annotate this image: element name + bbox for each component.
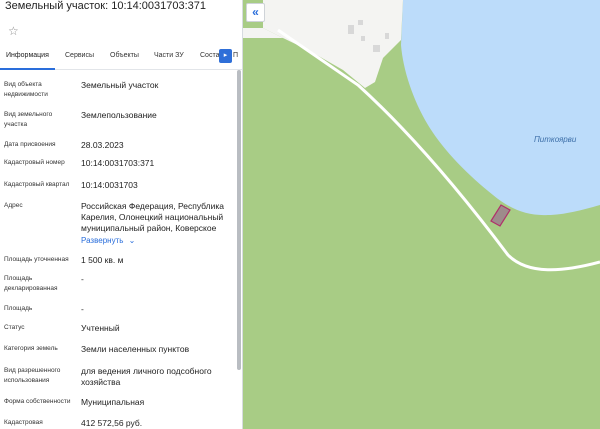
field-label: Кадастровый квартал: [4, 181, 70, 188]
field-label: Кадастровая: [4, 419, 43, 426]
field-label: Вид разрешенного использования: [4, 367, 61, 384]
field-label: Форма собственности: [4, 398, 71, 405]
field-value: Земли населенных пунктов: [81, 344, 190, 354]
field-value: 10:14:0031703:371: [81, 158, 155, 168]
field-value: 10:14:0031703: [81, 180, 138, 190]
tab-more[interactable]: П: [233, 52, 238, 59]
field-label: Площадь уточненная: [4, 256, 69, 263]
chevron-down-icon: ⌄: [128, 236, 136, 245]
tab-bar: Информация Сервисы Объекты Части ЗУ Сост…: [0, 44, 242, 70]
scrollbar[interactable]: [237, 70, 241, 370]
field-value: 28.03.2023: [81, 140, 124, 150]
field-value: -: [81, 304, 84, 314]
field-value: Муниципальная: [81, 397, 145, 407]
field-label: Кадастровый номер: [4, 159, 65, 166]
field-value: -: [81, 274, 84, 284]
building: [373, 45, 380, 52]
field-label: Категория земель: [4, 345, 58, 352]
page-title: Земельный участок: 10:14:0031703:371: [5, 0, 207, 12]
star-icon[interactable]: ☆: [8, 24, 19, 38]
building: [361, 36, 365, 41]
settlement-area: [263, 0, 403, 88]
field-label: Площадь декларированная: [4, 275, 58, 292]
field-value: Российская Федерация, Республика Карелия…: [81, 201, 225, 233]
tab-services[interactable]: Сервисы: [65, 52, 94, 59]
building: [385, 33, 389, 39]
map-view[interactable]: Питкоярви: [243, 0, 600, 429]
field-value: для ведения личного подсобного хозяйства: [81, 366, 212, 387]
field-value: Земельный участок: [81, 80, 159, 90]
cadastral-parcel: [490, 204, 511, 227]
active-tab-indicator: [0, 68, 55, 70]
field-label: Статус: [4, 324, 25, 331]
chevron-right-icon[interactable]: ▸: [219, 49, 232, 63]
building: [348, 25, 354, 34]
collapse-panel-button[interactable]: «: [246, 3, 265, 22]
field-label: Площадь: [4, 305, 33, 312]
field-value: Землепользование: [81, 110, 157, 120]
expand-link[interactable]: Развернуть ⌄: [81, 236, 135, 245]
info-panel: Земельный участок: 10:14:0031703:371 ☆ И…: [0, 0, 243, 429]
field-value: Учтенный: [81, 323, 120, 333]
tab-composition[interactable]: Соста: [200, 52, 219, 59]
field-label: Адрес: [4, 202, 23, 209]
tab-parts[interactable]: Части ЗУ: [154, 52, 184, 59]
field-value: 412 572,56 руб.: [81, 418, 143, 428]
expand-label: Развернуть: [81, 236, 124, 245]
field-label: Вид объекта недвижимости: [4, 81, 48, 98]
lake-label: Питкоярви: [534, 135, 577, 144]
field-label: Дата присвоения: [4, 141, 56, 148]
lake: [401, 0, 600, 216]
map-canvas: [243, 0, 600, 272]
building: [358, 20, 363, 25]
field-label: Вид земельного участка: [4, 111, 53, 128]
field-value: 1 500 кв. м: [81, 255, 124, 265]
tab-information[interactable]: Информация: [6, 52, 49, 59]
tab-objects[interactable]: Объекты: [110, 52, 139, 59]
